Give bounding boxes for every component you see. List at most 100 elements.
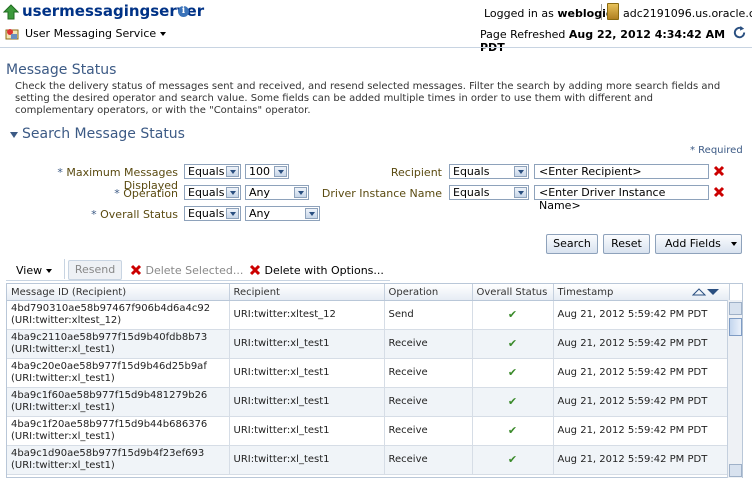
page-refreshed: Page Refreshed Aug 22, 2012 4:34:42 AM P…: [480, 28, 726, 54]
operation-cell: Receive: [384, 445, 473, 475]
overall-status-operator[interactable]: Equals: [184, 206, 241, 221]
refresh-icon[interactable]: [732, 25, 747, 40]
view-menu[interactable]: View: [16, 264, 53, 277]
recipient-cell: URI:twitter:xl_test1: [229, 416, 385, 446]
message-id: 4ba9c1d90ae58b977f15d9b4f23ef693: [11, 448, 205, 459]
status-cell: ✔: [472, 445, 554, 475]
message-id-cell: 4ba9c20e0ae58b977f15d9b46d25b9af (URI:twi…: [7, 358, 230, 388]
chevron-down-icon: [226, 208, 239, 219]
message-id: 4ba9c1f60ae58b977f15d9b481279b26: [11, 390, 208, 401]
divider: [601, 4, 602, 20]
vertical-scrollbar[interactable]: [727, 300, 742, 478]
column-header[interactable]: Overall Status: [472, 284, 554, 301]
check-icon: ✔: [507, 365, 518, 379]
app-up-arrow-icon[interactable]: [3, 4, 19, 20]
column-header[interactable]: Operation: [384, 284, 473, 301]
check-icon: ✔: [507, 394, 518, 408]
recipient-cell: URI:twitter:xl_test1: [229, 387, 385, 417]
search-section-title: Search Message Status: [22, 126, 185, 142]
operation-cell: Send: [384, 300, 473, 330]
chevron-down-icon: [514, 166, 527, 177]
message-id-cell: 4bd790310ae58b97467f906b4d6a4c92 (URI:twi…: [7, 300, 230, 330]
server-icon: [607, 3, 619, 20]
scroll-down-icon[interactable]: [729, 464, 742, 477]
collapse-icon[interactable]: [9, 130, 19, 140]
overall-status-value[interactable]: Any: [245, 206, 320, 221]
info-icon[interactable]: i: [178, 6, 189, 17]
column-header[interactable]: Message ID (Recipient): [7, 284, 230, 301]
message-uri: (URI:twitter:xltest_12): [11, 315, 122, 326]
table-row[interactable]: 4bd790310ae58b97467f906b4d6a4c92 (URI:twi…: [7, 300, 730, 330]
operation-cell: Receive: [384, 358, 473, 388]
table-row[interactable]: 4ba9c1f60ae58b977f15d9b481279b26 (URI:twi…: [7, 387, 730, 417]
delete-with-options-button[interactable]: Delete with Options...: [249, 264, 384, 277]
timestamp-cell: Aug 21, 2012 5:59:42 PM PDT: [553, 416, 730, 446]
operation-operator[interactable]: Equals: [184, 185, 241, 200]
page-title: Message Status: [6, 62, 117, 78]
status-cell: ✔: [472, 300, 554, 330]
message-uri: (URI:twitter:xl_test1): [11, 431, 115, 442]
app-title: usermessagingserver: [22, 2, 205, 20]
chevron-down-icon: [46, 269, 53, 273]
toolbar-divider: [64, 259, 65, 279]
message-id: 4bd790310ae58b97467f906b4d6a4c92: [11, 303, 211, 314]
timestamp-cell: Aug 21, 2012 5:59:42 PM PDT: [553, 300, 730, 330]
required-note: * Required: [690, 145, 743, 156]
column-header[interactable]: Recipient: [229, 284, 385, 301]
operation-cell: Receive: [384, 416, 473, 446]
remove-field-icon[interactable]: [713, 186, 725, 198]
chevron-down-icon: [514, 187, 527, 198]
timestamp-cell: Aug 21, 2012 5:59:42 PM PDT: [553, 387, 730, 417]
message-id: 4ba9c20e0ae58b977f15d9b46d25b9af: [11, 361, 207, 372]
recipient-cell: URI:twitter:xl_test1: [229, 445, 385, 475]
max-messages-value[interactable]: 100: [245, 164, 289, 179]
check-icon: ✔: [507, 452, 518, 466]
status-cell: ✔: [472, 358, 554, 388]
host-name: adc2191096.us.oracle.com: [623, 7, 752, 20]
operation-cell: Receive: [384, 387, 473, 417]
operation-value[interactable]: Any: [245, 185, 309, 200]
service-icon: [5, 29, 19, 40]
message-uri: (URI:twitter:xl_test1): [11, 373, 115, 384]
user-name: weblogic: [557, 7, 613, 20]
timestamp-cell: Aug 21, 2012 5:59:42 PM PDT: [553, 329, 730, 359]
table-body: 4bd790310ae58b97467f906b4d6a4c92 (URI:twi…: [7, 300, 730, 475]
chevron-down-icon: [226, 166, 239, 177]
max-messages-operator[interactable]: Equals: [184, 164, 241, 179]
recipient-cell: URI:twitter:xl_test1: [229, 358, 385, 388]
search-button[interactable]: Search: [546, 234, 598, 254]
recipient-input[interactable]: <Enter Recipient>: [534, 164, 709, 179]
overall-status-label: * Overall Status: [91, 208, 178, 221]
resend-button[interactable]: Resend: [68, 260, 122, 280]
message-id-cell: 4ba9c1f60ae58b977f15d9b481279b26 (URI:twi…: [7, 387, 230, 417]
message-id-cell: 4ba9c1d90ae58b977f15d9b4f23ef693 (URI:twi…: [7, 445, 230, 475]
driver-instance-input[interactable]: <Enter Driver Instance Name>: [534, 185, 709, 212]
table-row[interactable]: 4ba9c1d90ae58b977f15d9b4f23ef693 (URI:twi…: [7, 445, 730, 475]
delete-icon: [130, 264, 142, 276]
status-cell: ✔: [472, 416, 554, 446]
service-menu[interactable]: User Messaging Service: [25, 27, 167, 40]
scroll-up-icon[interactable]: [729, 302, 742, 315]
add-fields-button[interactable]: Add Fields: [655, 234, 742, 254]
chevron-down-icon: [294, 187, 307, 198]
message-id-cell: 4ba9c2110ae58b977f15d9b40fdb8b73 (URI:twi…: [7, 329, 230, 359]
remove-field-icon[interactable]: [713, 165, 725, 177]
table-row[interactable]: 4ba9c20e0ae58b977f15d9b46d25b9af (URI:twi…: [7, 358, 730, 388]
reset-button[interactable]: Reset: [603, 234, 650, 254]
message-table-grid: Message ID (Recipient) Recipient Operati…: [7, 284, 730, 475]
timestamp-cell: Aug 21, 2012 5:59:42 PM PDT: [553, 445, 730, 475]
message-id: 4ba9c2110ae58b977f15d9b40fdb8b73: [11, 332, 208, 343]
delete-selected-button[interactable]: Delete Selected...: [130, 264, 243, 277]
sort-icon[interactable]: [692, 287, 720, 297]
driver-instance-label: Driver Instance Name: [321, 187, 442, 200]
recipient-label: Recipient: [390, 166, 442, 179]
driver-instance-operator[interactable]: Equals: [449, 185, 529, 200]
recipient-operator[interactable]: Equals: [449, 164, 529, 179]
table-row[interactable]: 4ba9c2110ae58b977f15d9b40fdb8b73 (URI:twi…: [7, 329, 730, 359]
scroll-thumb[interactable]: [729, 318, 742, 336]
timestamp-cell: Aug 21, 2012 5:59:42 PM PDT: [553, 358, 730, 388]
message-uri: (URI:twitter:xl_test1): [11, 460, 115, 471]
table-row[interactable]: 4ba9c1f20ae58b977f15d9b44b686376 (URI:twi…: [7, 416, 730, 446]
message-id: 4ba9c1f20ae58b977f15d9b44b686376: [11, 419, 208, 430]
status-cell: ✔: [472, 329, 554, 359]
